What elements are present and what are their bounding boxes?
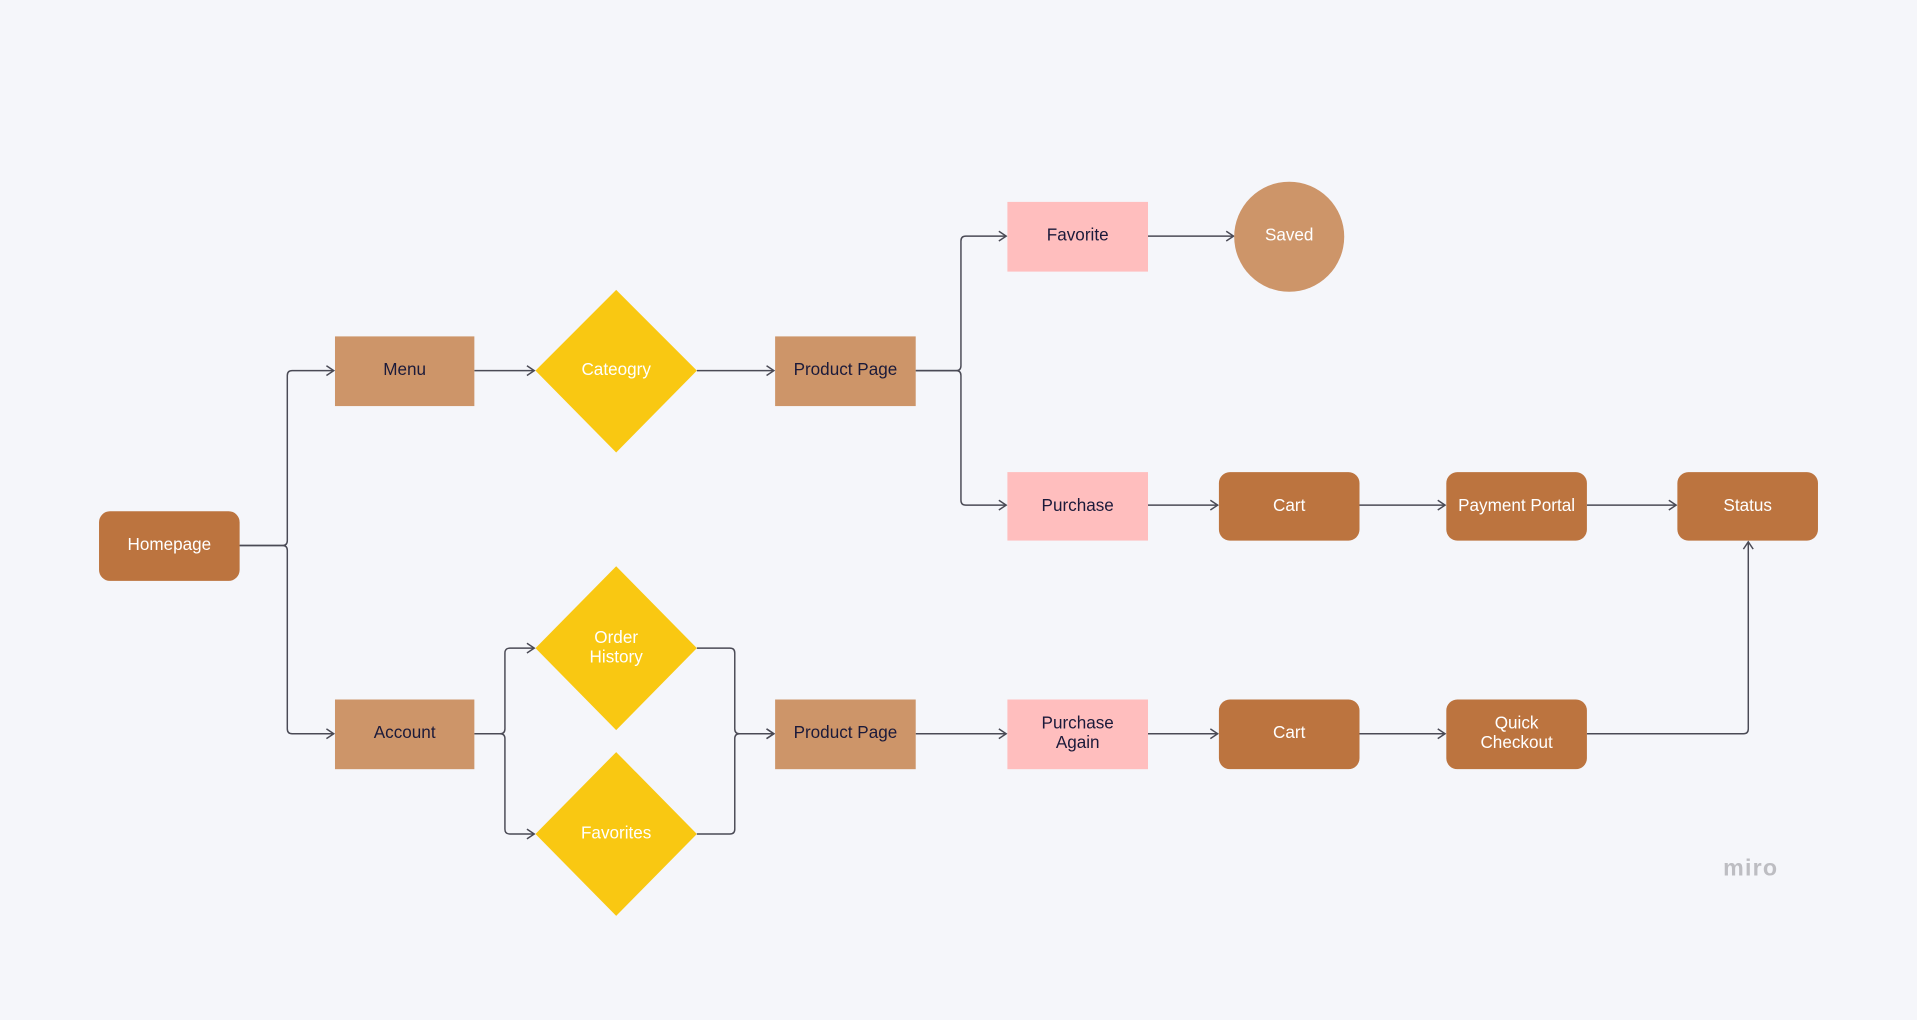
node-label-line1: Quick <box>1495 713 1539 732</box>
node-label: Status <box>1723 496 1772 515</box>
node-label: Product Page <box>794 360 898 379</box>
node-label: Cart <box>1273 723 1306 742</box>
node-label-line1: Order <box>594 628 638 647</box>
flowchart-canvas[interactable]: Homepage Menu Cateogry Product Page Favo… <box>0 0 1917 1020</box>
node-label: Purchase <box>1042 496 1114 515</box>
node-label: Cateogry <box>581 360 651 379</box>
node-product-page-top[interactable]: Product Page <box>775 336 916 407</box>
node-label: Account <box>374 723 436 742</box>
node-label: Cart <box>1273 496 1306 515</box>
node-account[interactable]: Account <box>334 699 475 770</box>
node-purchase[interactable]: Purchase <box>1007 472 1148 541</box>
node-label-line1: Purchase <box>1042 713 1114 732</box>
node-payment-portal[interactable]: Payment Portal <box>1446 472 1587 541</box>
node-menu[interactable]: Menu <box>334 336 475 407</box>
node-label: Saved <box>1265 226 1314 245</box>
node-homepage[interactable]: Homepage <box>99 511 240 581</box>
miro-watermark-logo: miro <box>1723 855 1778 881</box>
node-cart-bottom[interactable]: Cart <box>1218 699 1360 770</box>
node-favorite[interactable]: Favorite <box>1007 201 1148 272</box>
node-label-line2: History <box>590 647 644 666</box>
node-label: Homepage <box>127 535 211 554</box>
node-status[interactable]: Status <box>1677 472 1818 541</box>
node-label-line2: Checkout <box>1480 733 1553 752</box>
node-product-page-bottom[interactable]: Product Page <box>775 699 916 770</box>
node-label: Product Page <box>794 723 898 742</box>
node-purchase-again[interactable]: Purchase Again <box>1007 699 1148 770</box>
node-quick-checkout[interactable]: Quick Checkout <box>1446 699 1587 770</box>
node-label: Payment Portal <box>1458 496 1575 515</box>
node-label: Favorites <box>581 823 651 842</box>
node-label: Menu <box>383 360 426 379</box>
node-cart-top[interactable]: Cart <box>1218 472 1360 541</box>
node-saved[interactable]: Saved <box>1234 181 1345 292</box>
node-label-line2: Again <box>1056 733 1100 752</box>
node-label: Favorite <box>1047 226 1109 245</box>
